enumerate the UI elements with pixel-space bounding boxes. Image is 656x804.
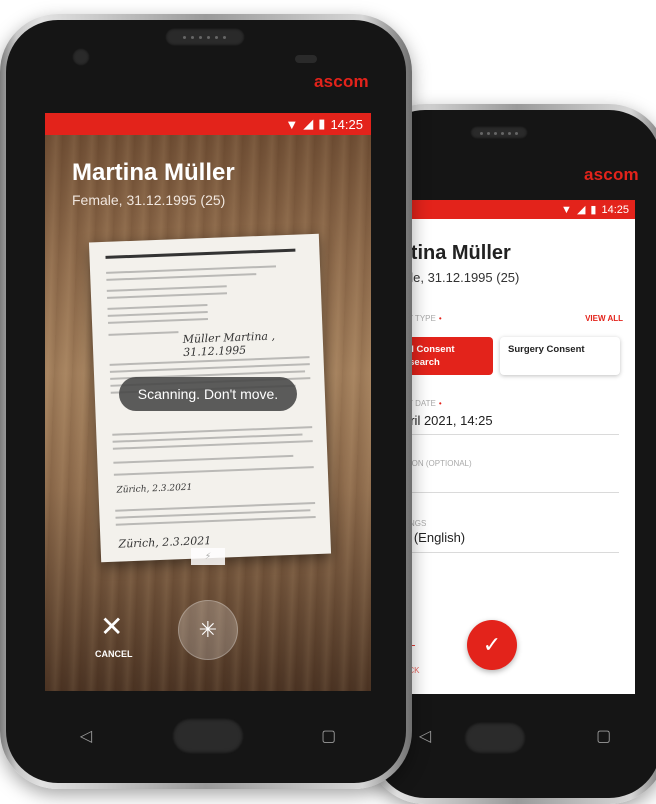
recents-icon[interactable]: ▢ [596, 726, 611, 746]
cancel-label[interactable]: CANCEL [95, 649, 133, 659]
back-phone-brand-logo: ascom [584, 165, 639, 184]
back-phone-home-button[interactable] [464, 722, 526, 754]
consent-chip-surgery[interactable]: Surgery Consent [500, 337, 620, 375]
spinner-icon: ✳ [198, 617, 218, 642]
settings-underline [395, 552, 619, 553]
front-camera-icon [72, 48, 90, 66]
wifi-icon: ▼ [561, 203, 572, 216]
back-phone-screen: ▼ ◢ ▮ 14:25 rtina Müller ale, 31.12.1995… [395, 200, 635, 694]
back-icon[interactable]: ◁ [419, 726, 431, 746]
patient-details: Female, 31.12.1995 (25) [72, 192, 226, 208]
back-patient-name: rtina Müller [403, 242, 511, 264]
text-line [108, 318, 209, 324]
text-line [113, 454, 294, 464]
back-icon[interactable]: ◁ [80, 726, 92, 746]
back-status-bar: ▼ ◢ ▮ 14:25 [395, 200, 635, 219]
capture-progress-spinner[interactable]: ✳ [178, 600, 238, 660]
back-patient-details: ale, 31.12.1995 (25) [403, 270, 520, 285]
front-status-bar: ▼ ◢ ▮ 14:25 [45, 113, 371, 135]
recents-icon[interactable]: ▢ [321, 726, 336, 746]
patient-name: Martina Müller [72, 159, 235, 186]
text-line [106, 285, 227, 292]
text-line [113, 466, 314, 476]
language-setting[interactable]: e (English) [403, 530, 465, 545]
front-phone-home-button[interactable] [172, 718, 244, 754]
text-line [108, 331, 179, 336]
signal-icon: ◢ [303, 116, 314, 131]
front-sensor [295, 55, 317, 63]
view-all-link[interactable]: VIEW ALL [585, 314, 623, 323]
date-field-underline [395, 434, 619, 435]
scan-thumbnail: ⚡ [191, 548, 225, 565]
handwritten-place-date-1: Zürich, 2.3.2021 [116, 482, 193, 496]
text-line [107, 304, 208, 310]
battery-icon: ▮ [590, 204, 597, 216]
signal-icon: ◢ [576, 204, 586, 216]
cancel-icon[interactable]: ✕ [100, 613, 123, 641]
text-line [106, 273, 257, 281]
scanning-toast: Scanning. Don't move. [119, 377, 297, 411]
front-phone-speaker [165, 28, 245, 46]
back-phone-speaker [470, 126, 528, 139]
check-icon: ✓ [482, 632, 502, 657]
front-phone-screen: ▼ ◢ ▮ 14:25 Martina Müller Female, 31.12… [45, 113, 371, 691]
consent-date-field[interactable]: pril 2021, 14:25 [403, 413, 493, 428]
description-field[interactable] [395, 492, 619, 493]
front-status-time: 14:25 [330, 116, 363, 132]
battery-icon: ▮ [318, 116, 326, 131]
handwritten-name: Müller Martina , 31.12.1995 [182, 329, 276, 359]
back-status-time: 14:25 [601, 203, 629, 216]
front-phone-brand-logo: ascom [314, 72, 369, 91]
text-line [107, 311, 208, 317]
confirm-button[interactable]: ✓ [467, 620, 517, 670]
document-title-line [105, 248, 296, 259]
wifi-icon: ▼ [285, 116, 299, 132]
text-line [107, 292, 228, 299]
